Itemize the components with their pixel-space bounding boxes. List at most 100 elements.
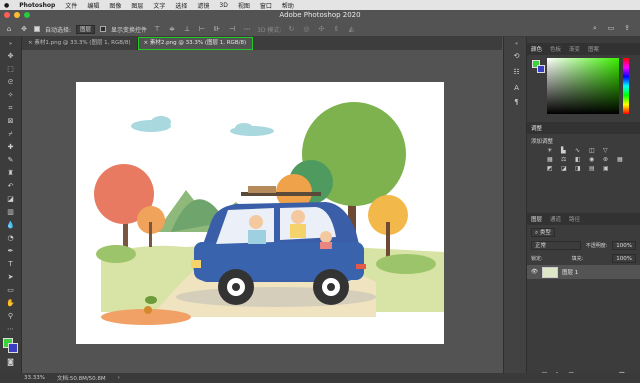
brightness-icon[interactable]: ☀ bbox=[547, 147, 558, 154]
character-panel-icon[interactable]: A bbox=[510, 83, 523, 93]
tab-channels[interactable]: 通道 bbox=[546, 215, 565, 223]
tab-swatches[interactable]: 色板 bbox=[546, 45, 565, 53]
move-tool-icon[interactable]: ✥ bbox=[4, 51, 17, 61]
menu-edit[interactable]: 编辑 bbox=[87, 1, 99, 10]
lasso-tool-icon[interactable]: ᘓ bbox=[4, 77, 17, 87]
status-arrow-icon[interactable]: › bbox=[118, 375, 120, 381]
menu-window[interactable]: 窗口 bbox=[260, 1, 272, 10]
close-window-icon[interactable] bbox=[4, 12, 10, 18]
move-tool-icon[interactable]: ✥ bbox=[19, 24, 29, 34]
blur-tool-icon[interactable]: 💧 bbox=[4, 220, 17, 230]
black-white-icon[interactable]: ◧ bbox=[575, 156, 586, 163]
invert-icon[interactable]: ◩ bbox=[547, 165, 558, 172]
history-brush-icon[interactable]: ↶ bbox=[4, 181, 17, 191]
tab-doc-1[interactable]: × 素材1.png @ 33.3% (图层 1, RGB/8) bbox=[22, 37, 138, 50]
pen-tool-icon[interactable]: ✒ bbox=[4, 246, 17, 256]
rotate-3d-icon[interactable]: ↻ bbox=[286, 24, 296, 34]
properties-panel-icon[interactable]: ☷ bbox=[510, 67, 523, 77]
layer-kind-filter[interactable]: ⌕ 类型 bbox=[531, 228, 555, 237]
blend-mode-dropdown[interactable]: 正常 bbox=[531, 241, 581, 250]
auto-select-dropdown[interactable]: 图层 bbox=[76, 24, 96, 34]
opacity-input[interactable]: 100% bbox=[612, 241, 636, 250]
magic-wand-icon[interactable]: ✧ bbox=[4, 90, 17, 100]
vibrance-icon[interactable]: ▽ bbox=[603, 147, 614, 154]
align-left-icon[interactable]: ⊢ bbox=[197, 24, 207, 34]
shape-tool-icon[interactable]: ▭ bbox=[4, 285, 17, 295]
brush-tool-icon[interactable]: ✎ bbox=[4, 155, 17, 165]
color-lookup-icon[interactable]: ▦ bbox=[617, 156, 628, 163]
maximize-window-icon[interactable] bbox=[24, 12, 30, 18]
type-tool-icon[interactable]: T bbox=[4, 259, 17, 269]
tab-patterns[interactable]: 图案 bbox=[584, 45, 603, 53]
gradient-map-icon[interactable]: ▤ bbox=[589, 165, 600, 172]
menu-type[interactable]: 文字 bbox=[153, 1, 165, 10]
menu-help[interactable]: 帮助 bbox=[282, 1, 294, 10]
history-panel-icon[interactable]: ⟲ bbox=[510, 51, 523, 61]
levels-icon[interactable]: ▙ bbox=[561, 147, 572, 154]
frame-tool-icon[interactable]: ⊠ bbox=[4, 116, 17, 126]
photo-filter-icon[interactable]: ◉ bbox=[589, 156, 600, 163]
apple-icon[interactable]: ● bbox=[4, 2, 9, 9]
panel-collapse-icon[interactable]: « bbox=[510, 39, 523, 49]
align-right-icon[interactable]: ⊣ bbox=[227, 24, 237, 34]
slide-3d-icon[interactable]: ⇕ bbox=[331, 24, 341, 34]
align-top-icon[interactable]: ⊤ bbox=[152, 24, 162, 34]
menu-3d[interactable]: 3D bbox=[219, 2, 227, 9]
eyedropper-icon[interactable]: ⌿ bbox=[4, 129, 17, 139]
eraser-tool-icon[interactable]: ◪ bbox=[4, 194, 17, 204]
dodge-tool-icon[interactable]: ◔ bbox=[4, 233, 17, 243]
paragraph-panel-icon[interactable]: ¶ bbox=[510, 97, 523, 107]
fill-input[interactable]: 100% bbox=[612, 254, 636, 263]
minimize-window-icon[interactable] bbox=[14, 12, 20, 18]
gradient-tool-icon[interactable]: ▥ bbox=[4, 207, 17, 217]
menu-select[interactable]: 选择 bbox=[175, 1, 187, 10]
menu-file[interactable]: 文件 bbox=[65, 1, 77, 10]
channel-mixer-icon[interactable]: ⊛ bbox=[603, 156, 614, 163]
menu-app[interactable]: Photoshop bbox=[19, 2, 55, 9]
share-icon[interactable]: ⇪ bbox=[622, 23, 632, 33]
threshold-icon[interactable]: ◨ bbox=[575, 165, 586, 172]
more-tools-icon[interactable]: ⋯ bbox=[4, 324, 17, 334]
background-color-swatch[interactable] bbox=[8, 343, 18, 353]
menu-layer[interactable]: 图层 bbox=[131, 1, 143, 10]
align-bottom-icon[interactable]: ⊥ bbox=[182, 24, 192, 34]
menu-image[interactable]: 图像 bbox=[109, 1, 121, 10]
eye-icon[interactable]: 👁 bbox=[531, 269, 538, 275]
document-canvas[interactable] bbox=[76, 82, 444, 344]
zoom-level[interactable]: 33.33% bbox=[24, 375, 45, 381]
healing-brush-icon[interactable]: ✚ bbox=[4, 142, 17, 152]
hue-saturation-icon[interactable]: ▦ bbox=[547, 156, 558, 163]
tab-adjustments[interactable]: 调整 bbox=[527, 124, 546, 132]
pan-3d-icon[interactable]: ✣ bbox=[316, 24, 326, 34]
quick-mask-icon[interactable]: ◙ bbox=[4, 357, 17, 367]
tab-layers[interactable]: 图层 bbox=[527, 215, 546, 223]
zoom-tool-icon[interactable]: ⚲ bbox=[4, 311, 17, 321]
layer-row[interactable]: 👁 图层 1 bbox=[527, 265, 640, 279]
crop-tool-icon[interactable]: ⌗ bbox=[4, 103, 17, 113]
tab-color[interactable]: 颜色 bbox=[527, 45, 546, 53]
path-selection-icon[interactable]: ➤ bbox=[4, 272, 17, 282]
color-picker-field[interactable] bbox=[547, 58, 619, 114]
roll-3d-icon[interactable]: ◎ bbox=[301, 24, 311, 34]
posterize-icon[interactable]: ◪ bbox=[561, 165, 572, 172]
menu-view[interactable]: 视图 bbox=[238, 1, 250, 10]
bg-color-chip[interactable] bbox=[537, 65, 545, 73]
show-transform-checkbox[interactable] bbox=[100, 26, 107, 32]
align-center-icon[interactable]: ⊪ bbox=[212, 24, 222, 34]
curves-icon[interactable]: ∿ bbox=[575, 147, 586, 154]
hue-slider[interactable] bbox=[623, 58, 629, 114]
home-icon[interactable]: ⌂ bbox=[4, 24, 14, 34]
auto-select-checkbox[interactable] bbox=[34, 26, 40, 32]
exposure-icon[interactable]: ◫ bbox=[589, 147, 600, 154]
search-icon[interactable]: ⌕ bbox=[590, 23, 600, 33]
align-middle-icon[interactable]: ≑ bbox=[167, 24, 177, 34]
tab-gradients[interactable]: 渐变 bbox=[565, 45, 584, 53]
menu-filter[interactable]: 滤镜 bbox=[197, 1, 209, 10]
hand-tool-icon[interactable]: ✋ bbox=[4, 298, 17, 308]
distribute-icon[interactable]: ⋯ bbox=[242, 24, 252, 34]
tab-paths[interactable]: 路径 bbox=[565, 215, 584, 223]
scale-3d-icon[interactable]: ◭ bbox=[346, 24, 356, 34]
clone-stamp-icon[interactable]: ♜ bbox=[4, 168, 17, 178]
workspace-icon[interactable]: ▭ bbox=[606, 23, 616, 33]
toolbox-collapse-icon[interactable]: » bbox=[4, 39, 17, 49]
